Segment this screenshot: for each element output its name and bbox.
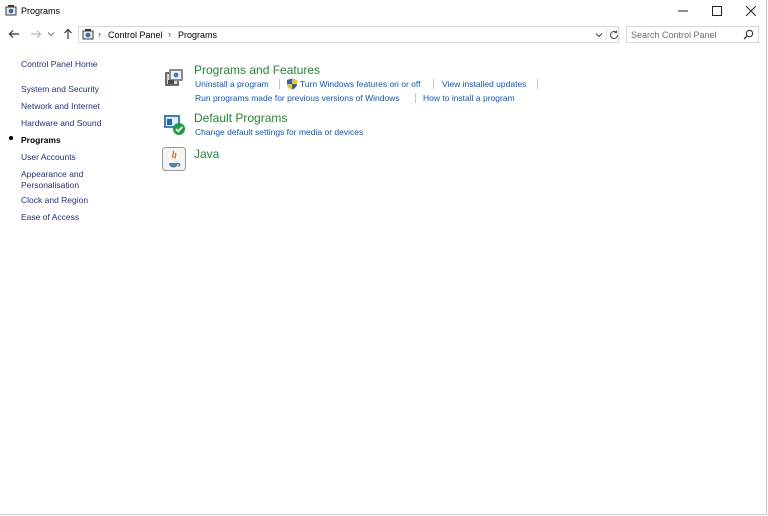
link-separator [537,79,538,89]
sidebar-item-system-and-security[interactable]: System and Security [21,84,99,95]
control-panel-window: Programs › Control Panel › Programs Sear… [0,0,767,515]
view-installed-updates-link[interactable]: View installed updates [442,79,526,89]
maximize-button[interactable] [700,0,734,22]
control-panel-app-icon [5,5,17,16]
forward-button[interactable] [29,27,43,41]
refresh-icon [609,30,618,39]
sidebar-item-control-panel-home[interactable]: Control Panel Home [21,59,98,70]
sidebar-item-hardware-and-sound[interactable]: Hardware and Sound [21,118,101,129]
link-separator [279,79,280,89]
sidebar-item-network-and-internet[interactable]: Network and Internet [21,101,100,112]
maximize-icon [712,6,722,16]
turn-windows-features-link[interactable]: Turn Windows features on or off [300,79,420,89]
sidebar-item-clock-and-region[interactable]: Clock and Region [21,195,88,206]
programs-and-features-title[interactable]: Programs and Features [194,63,320,77]
sidebar-item-appearance-and-personalisation[interactable]: Appearance and Personalisation [21,169,83,191]
chevron-down-icon [595,33,603,38]
run-previous-versions-link[interactable]: Run programs made for previous versions … [195,93,400,103]
uninstall-program-link[interactable]: Uninstall a program [195,79,269,89]
chevron-down-icon [47,32,55,37]
current-item-bullet [9,136,13,140]
address-history-dropdown[interactable] [593,29,605,41]
breadcrumb-control-panel[interactable]: Control Panel [108,30,163,40]
breadcrumb-separator: › [168,29,171,39]
shield-icon [286,78,298,90]
back-button[interactable] [7,27,21,41]
how-to-install-link[interactable]: How to install a program [423,93,515,103]
title-bar: Programs [0,0,767,22]
window-title: Programs [21,6,61,16]
sidebar-item-ease-of-access[interactable]: Ease of Access [21,212,79,223]
forward-arrow-icon [31,30,42,38]
navigation-bar: › Control Panel › Programs [0,24,767,46]
minimize-button[interactable] [666,0,700,22]
change-default-settings-link[interactable]: Change default settings for media or dev… [195,127,363,137]
close-icon [746,6,756,16]
default-programs-title[interactable]: Default Programs [194,111,287,125]
minimize-icon [678,10,688,12]
java-title[interactable]: Java [194,147,219,161]
search-input[interactable] [631,28,739,41]
back-arrow-icon [8,30,19,38]
control-panel-location-icon [82,29,94,40]
link-separator [415,93,416,103]
search-icon[interactable] [743,29,755,41]
close-button[interactable] [734,0,768,22]
recent-locations-button[interactable] [46,27,56,41]
sidebar-item-user-accounts[interactable]: User Accounts [21,152,76,163]
breadcrumb-separator: › [98,29,101,39]
link-separator [433,79,434,89]
sidebar-item-programs: Programs [21,135,61,145]
java-icon[interactable] [161,146,187,172]
up-arrow-icon [64,28,72,39]
search-box[interactable] [626,26,759,43]
default-programs-icon[interactable] [161,111,187,137]
up-button[interactable] [61,27,75,41]
breadcrumb-programs[interactable]: Programs [178,30,217,40]
programs-features-icon[interactable] [161,63,187,89]
address-bar[interactable]: › Control Panel › Programs [78,26,619,43]
refresh-button[interactable] [606,28,620,41]
